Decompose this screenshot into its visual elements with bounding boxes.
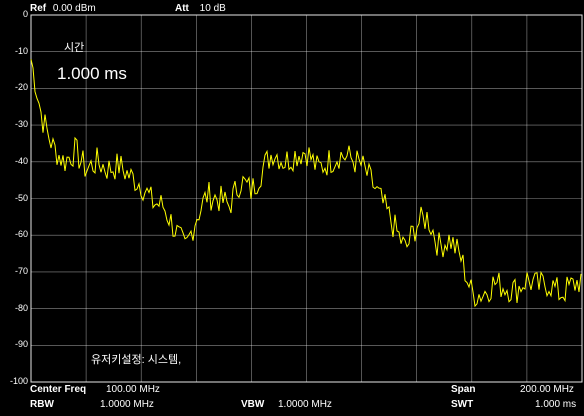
y-tick-label: -50 <box>14 192 28 203</box>
y-tick-label: -90 <box>14 339 28 350</box>
time-value: 1.000 ms <box>57 64 127 83</box>
span-value: 200.00 MHz <box>520 384 574 395</box>
y-tick-label: -10 <box>14 45 28 56</box>
vbw-label: VBW <box>241 399 265 410</box>
swt-label: SWT <box>451 399 474 410</box>
y-tick-label: -20 <box>14 82 28 93</box>
rbw-label: RBW <box>30 399 54 410</box>
y-tick-label: 0 <box>22 9 28 19</box>
status-message: 유저키설정: 시스템, <box>91 354 182 366</box>
spectrum-trace <box>30 59 582 308</box>
y-tick-label: -30 <box>14 119 28 130</box>
span-label: Span <box>451 384 476 395</box>
y-tick-label: -40 <box>14 155 28 166</box>
swt-value: 1.000 ms <box>535 399 577 410</box>
y-tick-label: -80 <box>14 302 28 313</box>
y-tick-label: -60 <box>14 229 28 240</box>
y-tick-label: -70 <box>14 265 28 276</box>
time-label: 시간 <box>64 42 85 54</box>
rbw-value: 1.0000 MHz <box>100 399 154 410</box>
y-tick-label: -100 <box>9 376 28 386</box>
center-freq-label: Center Freq <box>30 384 87 395</box>
spectrum-plot <box>30 14 583 383</box>
center-freq-value: 100.00 MHz <box>106 384 160 395</box>
vbw-value: 1.0000 MHz <box>278 399 332 410</box>
